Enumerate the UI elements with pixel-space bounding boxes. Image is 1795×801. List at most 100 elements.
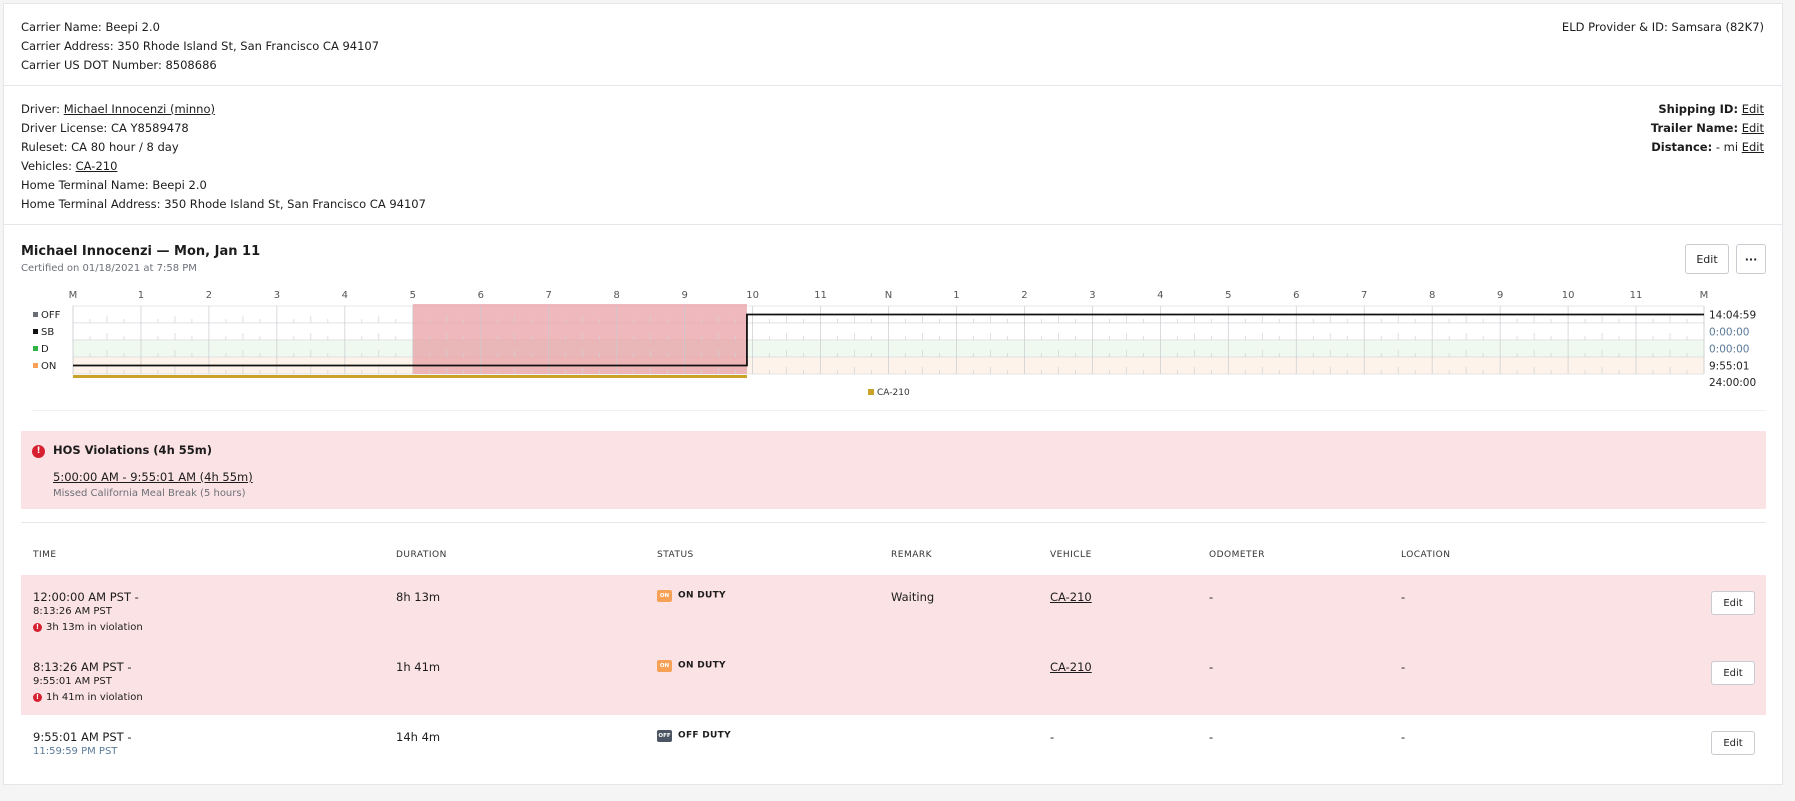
divider: [4, 224, 1782, 225]
row-edit-button[interactable]: Edit: [1711, 661, 1755, 685]
row-remark: Waiting: [891, 590, 935, 604]
row-violation: ! 3h 13m in violation: [33, 622, 143, 633]
hour-label: 4: [1157, 290, 1163, 301]
hour-label: 3: [1089, 290, 1095, 301]
row-status-text: OFF DUTY: [678, 730, 731, 741]
hour-label: 2: [206, 290, 212, 301]
row-edit-button[interactable]: Edit: [1711, 731, 1755, 755]
hour-label: 2: [1021, 290, 1027, 301]
carrier-name-row: Carrier Name: Beepi 2.0: [21, 18, 379, 37]
row-odometer: -: [1209, 590, 1214, 604]
driver-info: Driver: Michael Innocenzi (minno) Driver…: [21, 100, 426, 214]
table-row[interactable]: 9:55:01 AM PST - 11:59:59 PM PST 14h 4m …: [21, 715, 1766, 785]
eld-provider: ELD Provider & ID: Samsara (82K7): [1562, 18, 1764, 37]
row-total: 9:55:01: [1709, 361, 1749, 373]
certified-text: Certified on 01/18/2021 at 7:58 PM: [21, 263, 197, 274]
row-violation: ! 1h 41m in violation: [33, 692, 143, 703]
carrier-address-label: Carrier Address:: [21, 39, 114, 53]
row-duration: 1h 41m: [396, 660, 441, 674]
log-title: Michael Innocenzi — Mon, Jan 11: [21, 244, 261, 259]
eld-label: ELD Provider & ID:: [1561, 20, 1668, 34]
log-card: Carrier Name: Beepi 2.0 Carrier Address:…: [3, 3, 1783, 785]
row-odometer: -: [1209, 730, 1214, 744]
terminal-name: Beepi 2.0: [152, 178, 207, 192]
divider: [4, 85, 1782, 86]
alert-icon: !: [33, 692, 42, 702]
hour-label: 9: [681, 290, 687, 301]
divider: [32, 410, 1766, 411]
row-violation-text: 3h 13m in violation: [46, 622, 143, 633]
more-options-button[interactable]: ···: [1736, 244, 1766, 274]
terminal-name-label: Home Terminal Name:: [21, 178, 149, 192]
row-violation-text: 1h 41m in violation: [46, 692, 143, 703]
carrier-dot-label: Carrier US DOT Number:: [21, 58, 162, 72]
on-duty-icon: ON: [657, 589, 672, 602]
row-duration: 8h 13m: [396, 590, 441, 604]
grand-total: 24:00:00: [1709, 377, 1756, 389]
off-duty-icon: OFF: [657, 729, 672, 742]
row-edit-button[interactable]: Edit: [1711, 591, 1755, 615]
distance-edit-link[interactable]: Edit: [1742, 140, 1764, 154]
hour-label: 5: [410, 290, 416, 301]
hour-label: 6: [478, 290, 484, 301]
distance-label: Distance:: [1651, 140, 1713, 154]
hour-label: 1: [138, 290, 144, 301]
hour-label: 7: [1361, 290, 1367, 301]
row-status-text: ON DUTY: [678, 660, 726, 671]
row-location: -: [1401, 730, 1406, 744]
col-header-vehicle: VEHICLE: [1050, 550, 1092, 560]
shipping-label: Shipping ID:: [1658, 102, 1739, 116]
violation-description: Missed California Meal Break (5 hours): [53, 488, 246, 499]
row-total: 0:00:00: [1709, 344, 1749, 356]
row-odometer: -: [1209, 660, 1214, 674]
carrier-name: Beepi 2.0: [105, 20, 160, 34]
divider: [21, 522, 1766, 523]
col-header-time: TIME: [33, 550, 57, 560]
hour-label: 11: [1630, 290, 1643, 301]
hour-label: 5: [1225, 290, 1231, 301]
row-location: -: [1401, 660, 1406, 674]
driver-link[interactable]: Michael Innocenzi (minno): [64, 102, 215, 116]
table-row[interactable]: 8:13:26 AM PST - 9:55:01 AM PST ! 1h 41m …: [21, 645, 1766, 715]
vehicle-legend-label: CA-210: [877, 388, 910, 398]
row-vehicle-link[interactable]: CA-210: [1050, 660, 1092, 674]
ruleset-label: Ruleset:: [21, 140, 68, 154]
vehicle-link[interactable]: CA-210: [76, 159, 118, 173]
hour-label: 9: [1497, 290, 1503, 301]
shipment-info: Shipping ID: Edit Trailer Name: Edit Dis…: [1651, 100, 1764, 157]
hour-label: 10: [1562, 290, 1575, 301]
trailer-edit-link[interactable]: Edit: [1742, 121, 1764, 135]
row-time-start: 12:00:00 AM PST -: [33, 590, 139, 604]
hour-label: 11: [814, 290, 827, 301]
hour-label: M: [69, 290, 78, 301]
row-vehicle: -: [1050, 730, 1055, 744]
row-total: 14:04:59: [1709, 310, 1756, 322]
row-time-end: 11:59:59 PM PST: [33, 746, 118, 757]
eld-value: Samsara (82K7): [1671, 20, 1764, 34]
row-status-text: ON DUTY: [678, 590, 726, 601]
row-label: D: [41, 344, 49, 355]
violations-title: HOS Violations (4h 55m): [53, 443, 212, 457]
hour-label: 8: [1429, 290, 1435, 301]
ruleset-value: CA 80 hour / 8 day: [71, 140, 179, 154]
row-legend-swatch: [33, 346, 38, 351]
vehicle-bar: [73, 375, 747, 378]
license-value: CA Y8589478: [110, 121, 189, 135]
hour-label: 1: [953, 290, 959, 301]
hour-label: 4: [342, 290, 348, 301]
row-duration: 14h 4m: [396, 730, 441, 744]
violation-range-link[interactable]: 5:00:00 AM - 9:55:01 AM (4h 55m): [53, 470, 253, 484]
table-row[interactable]: 12:00:00 AM PST - 8:13:26 AM PST ! 3h 13m…: [21, 575, 1766, 645]
col-header-location: LOCATION: [1401, 550, 1451, 560]
carrier-info: Carrier Name: Beepi 2.0 Carrier Address:…: [21, 18, 379, 75]
alert-icon: !: [32, 445, 45, 458]
row-label: OFF: [41, 310, 61, 321]
hour-label: 7: [546, 290, 552, 301]
row-vehicle-link[interactable]: CA-210: [1050, 590, 1092, 604]
row-location: -: [1401, 590, 1406, 604]
alert-icon: !: [33, 622, 42, 632]
hour-label: 10: [746, 290, 759, 301]
log-edit-button[interactable]: Edit: [1685, 244, 1729, 274]
row-label: ON: [41, 361, 56, 372]
shipping-edit-link[interactable]: Edit: [1742, 102, 1764, 116]
